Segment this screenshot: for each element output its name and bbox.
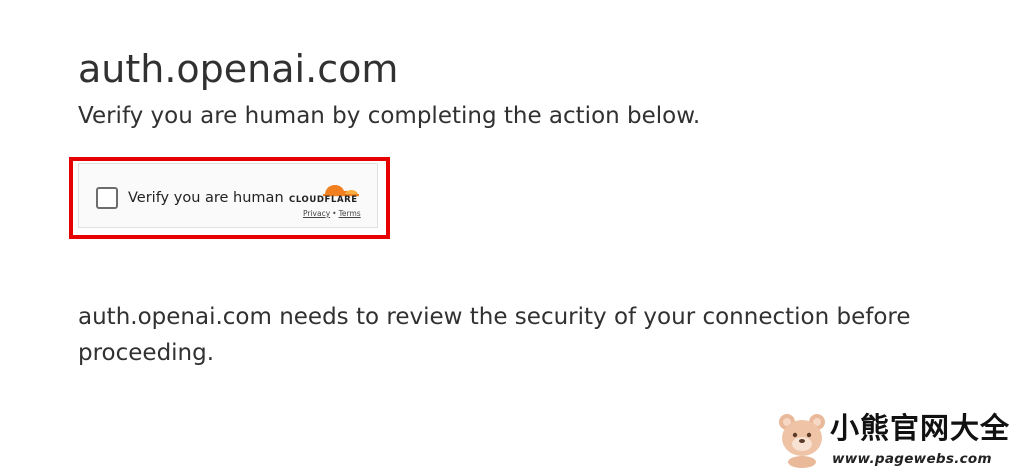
bear-icon (779, 414, 825, 468)
watermark-title: 小熊官网大全 (830, 411, 1011, 445)
link-separator: • (332, 209, 337, 218)
terms-link[interactable]: Terms (339, 209, 361, 218)
watermark-url: www.pagewebs.com (832, 451, 992, 467)
challenge-page: auth.openai.com Verify you are human by … (0, 0, 1024, 475)
site-watermark: 小熊官网大全 www.pagewebs.com (776, 408, 1020, 472)
page-title: auth.openai.com (78, 47, 399, 91)
verify-checkbox[interactable] (96, 187, 118, 209)
security-message: auth.openai.com needs to review the secu… (78, 304, 911, 366)
turnstile-widget: Verify you are human CLOUDFLARE Privacy •… (78, 163, 378, 228)
verify-checkbox-label[interactable]: Verify you are human (128, 188, 284, 208)
cloudflare-links: Privacy • Terms (303, 209, 361, 219)
page-subtitle: Verify you are human by completing the a… (78, 103, 701, 129)
cloudflare-logo-text: CLOUDFLARE (289, 195, 358, 205)
privacy-link[interactable]: Privacy (303, 209, 330, 218)
